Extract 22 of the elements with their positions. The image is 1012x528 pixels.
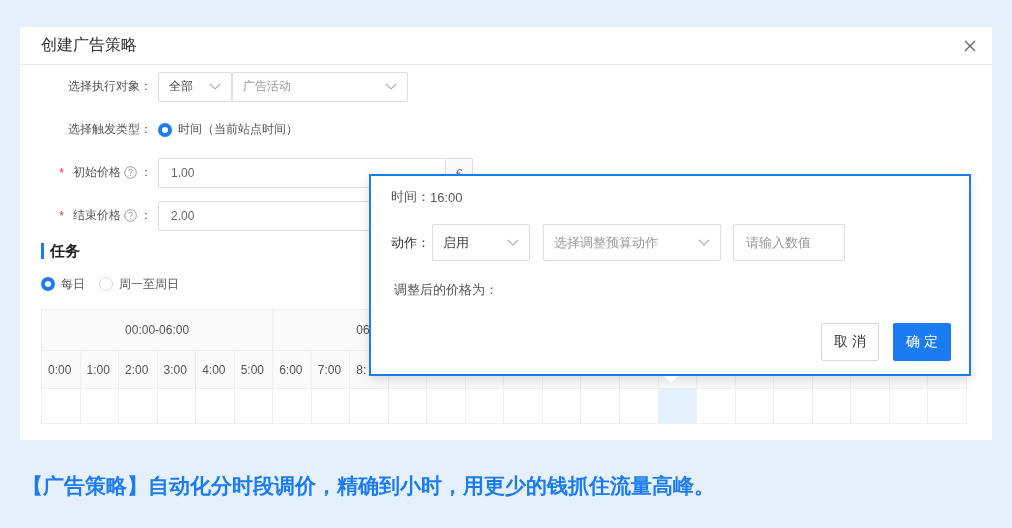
time-range-header: 00:00-06:00 [41, 309, 273, 351]
field-label: 结束价格 [73, 207, 121, 224]
hour-header: 3:00 [157, 350, 196, 389]
required-mark: * [59, 208, 64, 223]
field-label: 初始价格 [73, 164, 121, 181]
field-colon: ： [140, 207, 152, 224]
hour-header: 1:00 [80, 350, 119, 389]
dialog-title: 创建广告策略 [41, 35, 137, 55]
required-mark: * [59, 165, 64, 180]
action-label: 动作： [391, 233, 430, 252]
hour-header: 7:00 [311, 350, 350, 389]
hour-header: 6:00 [272, 350, 312, 389]
result-label: 调整后的价格为： [394, 281, 498, 299]
field-colon: ： [140, 164, 152, 181]
section-title: 任务 [50, 241, 80, 261]
field-label: 选择触发类型： [68, 121, 152, 138]
hour-header: 4:00 [195, 350, 235, 389]
hour-header: 5:00 [234, 350, 273, 389]
hour-header: 0:00 [41, 350, 81, 389]
hour-header: 2:00 [118, 350, 158, 389]
caption: 【广告策略】自动化分时段调价，精确到小时，用更少的钱抓住流量高峰。 [22, 473, 715, 499]
field-label: 选择执行对象： [68, 78, 152, 95]
